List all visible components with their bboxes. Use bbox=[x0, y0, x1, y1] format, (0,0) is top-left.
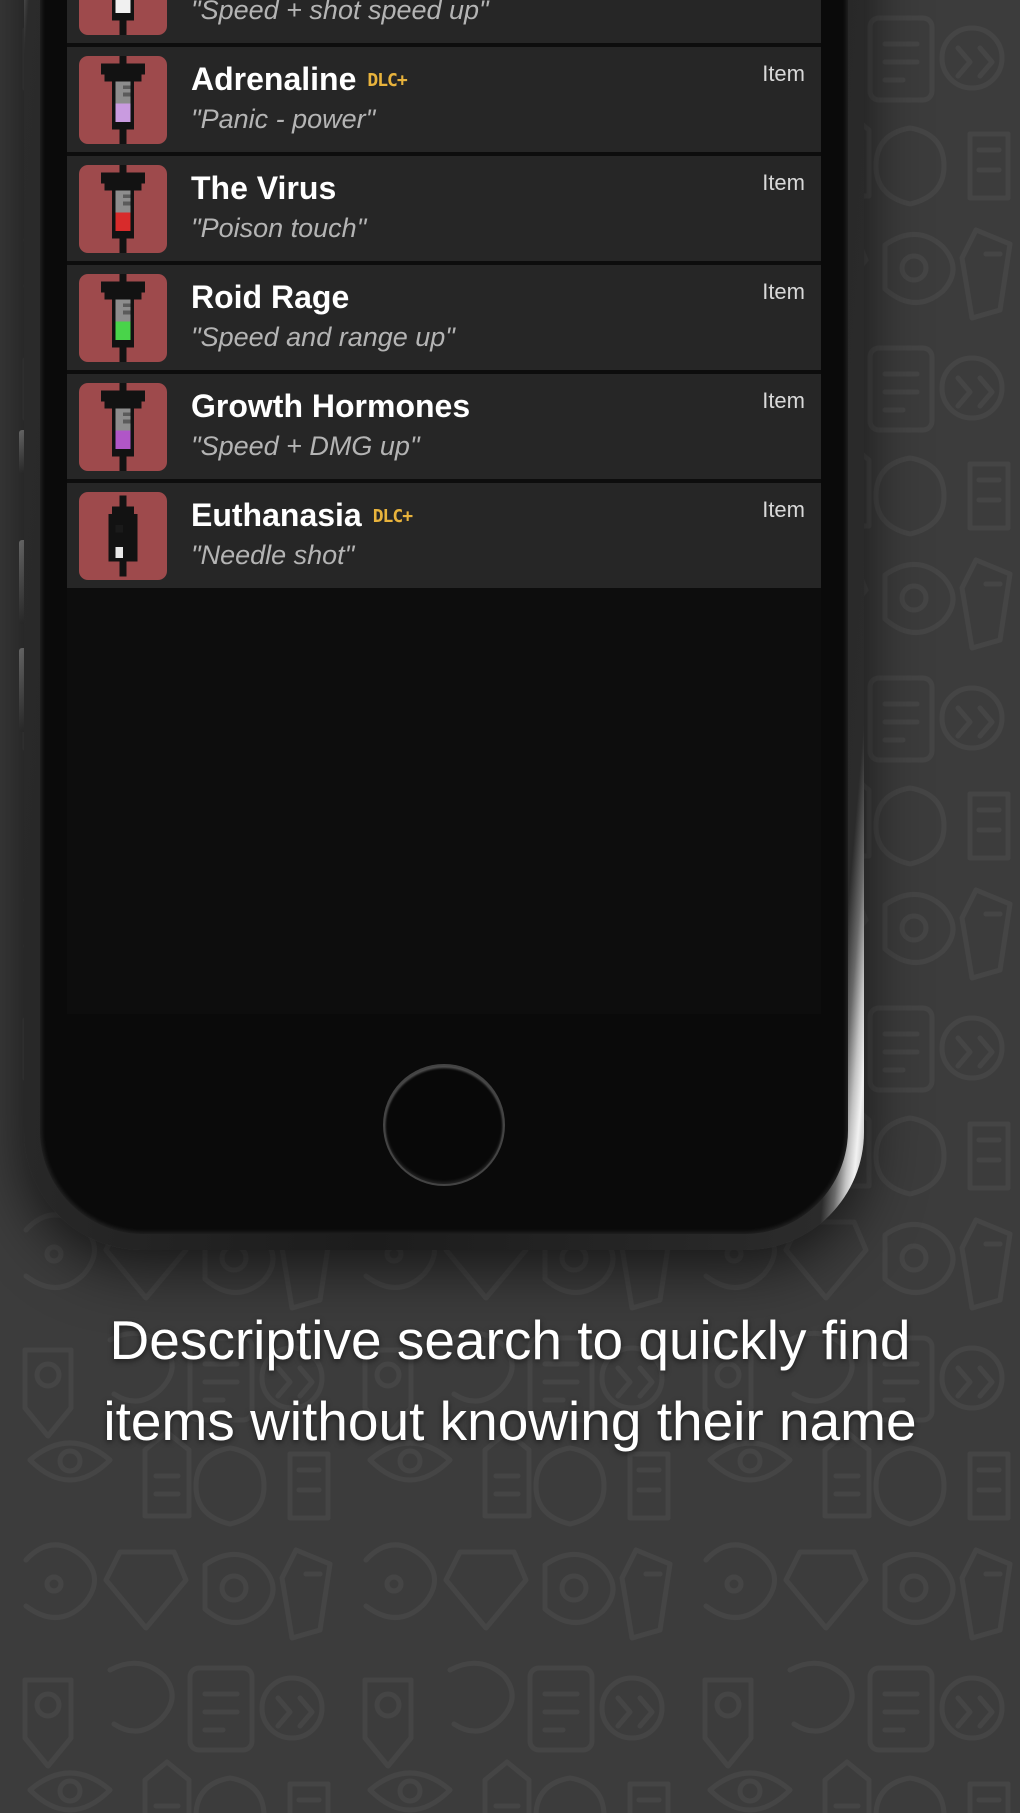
item-title: Growth Hormones bbox=[191, 388, 762, 425]
result-row[interactable]: Growth Hormones "Speed + DMG up" Item bbox=[67, 374, 821, 479]
item-name: Adrenaline bbox=[191, 61, 357, 98]
result-row[interactable]: Euthanasia DLC+ "Needle shot" Item bbox=[67, 483, 821, 588]
item-name: Roid Rage bbox=[191, 279, 350, 316]
item-kind-label: Item bbox=[762, 279, 805, 304]
item-kind-label: Item bbox=[762, 388, 805, 413]
item-name: The Virus bbox=[191, 170, 337, 207]
syringe-icon bbox=[101, 382, 145, 471]
item-text-block: Speed Ball "Speed + shot speed up" bbox=[167, 0, 762, 28]
dlc-badge: DLC+ bbox=[372, 506, 413, 528]
result-row[interactable]: The Virus "Poison touch" Item bbox=[67, 156, 821, 261]
item-description: "Panic - power" bbox=[191, 104, 376, 135]
app-container: Syringe Synthoil "DMG up + bbox=[67, 0, 821, 1014]
item-description: "Needle shot" bbox=[191, 540, 355, 571]
item-text-block: Growth Hormones "Speed + DMG up" bbox=[167, 388, 762, 464]
item-title: Roid Rage bbox=[191, 279, 762, 316]
result-row[interactable]: Roid Rage "Speed and range up" Item bbox=[67, 265, 821, 370]
item-description: "Poison touch" bbox=[191, 213, 367, 244]
item-title: The Virus bbox=[191, 170, 762, 207]
home-button[interactable] bbox=[385, 1066, 503, 1184]
item-icon-tile bbox=[79, 0, 167, 35]
item-icon-tile bbox=[79, 491, 167, 580]
syringe-icon bbox=[101, 55, 145, 144]
search-results-list: Synthoil "DMG up + range" Item Experimen… bbox=[67, 0, 821, 1014]
syringe-icon bbox=[101, 273, 145, 362]
item-icon-tile bbox=[79, 273, 167, 362]
syringe-icon bbox=[112, 0, 134, 35]
item-name: Growth Hormones bbox=[191, 388, 471, 425]
dlc-badge: DLC+ bbox=[367, 70, 407, 92]
item-text-block: Adrenaline DLC+ "Panic - power" bbox=[167, 61, 762, 137]
item-icon-tile bbox=[79, 164, 167, 253]
item-icon-tile bbox=[79, 55, 167, 144]
item-kind-label: Item bbox=[762, 170, 805, 195]
item-title: Euthanasia DLC+ bbox=[191, 497, 762, 534]
phone-mockup: Syringe Synthoil "DMG up + bbox=[19, 0, 864, 1250]
promo-caption: Descriptive search to quickly find items… bbox=[103, 1309, 917, 1453]
item-text-block: Roid Rage "Speed and range up" bbox=[167, 279, 762, 355]
syringe-dark-icon bbox=[108, 495, 138, 576]
item-kind-label: Item bbox=[762, 61, 805, 86]
item-kind-label: Item bbox=[762, 497, 805, 522]
item-text-block: Euthanasia DLC+ "Needle shot" bbox=[167, 497, 762, 573]
item-text-block: The Virus "Poison touch" bbox=[167, 170, 762, 246]
item-title: Adrenaline DLC+ bbox=[191, 61, 762, 98]
result-row[interactable]: Adrenaline DLC+ "Panic - power" Item bbox=[67, 47, 821, 152]
syringe-icon bbox=[101, 164, 145, 253]
item-description: "Speed + shot speed up" bbox=[191, 0, 489, 26]
item-description: "Speed + DMG up" bbox=[191, 431, 420, 462]
item-icon-tile bbox=[79, 382, 167, 471]
result-row[interactable]: Speed Ball "Speed + shot speed up" Item bbox=[67, 0, 821, 43]
item-name: Euthanasia bbox=[191, 497, 362, 534]
phone-screen: Syringe Synthoil "DMG up + bbox=[67, 0, 821, 1014]
item-description: "Speed and range up" bbox=[191, 322, 455, 353]
